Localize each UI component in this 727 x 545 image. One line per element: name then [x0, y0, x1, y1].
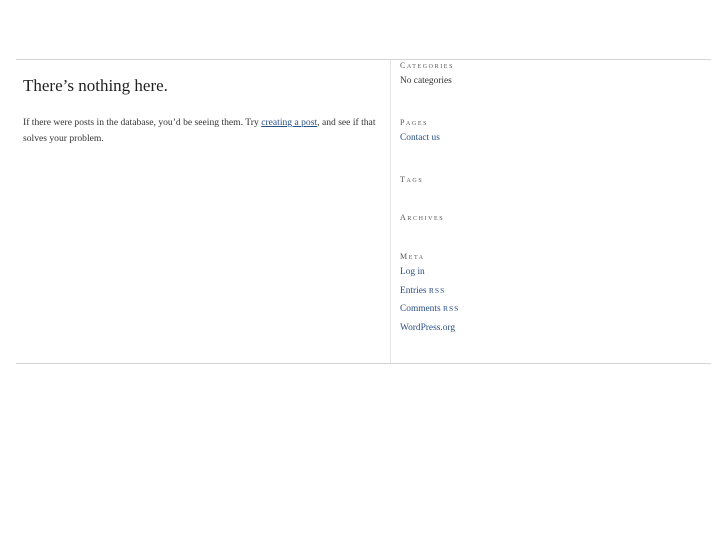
login-link[interactable]: Log in	[400, 263, 459, 282]
comments-rss-link[interactable]: Comments RSS	[400, 300, 459, 319]
post-body-text-before: If there were posts in the database, you…	[23, 117, 262, 128]
entries-rss-label: RSS	[428, 285, 446, 295]
pages-widget: Pages Contact us	[400, 118, 440, 148]
wordpress-org-link[interactable]: WordPress.org	[400, 319, 459, 338]
categories-heading: Categories	[400, 61, 455, 70]
entries-rss-link[interactable]: Entries RSS	[400, 282, 459, 301]
post-body: If there were posts in the database, you…	[23, 115, 378, 147]
comments-rss-label: RSS	[442, 304, 460, 313]
page-frame: There’s nothing here. If there were post…	[16, 59, 711, 364]
entries-label: Entries	[400, 285, 427, 296]
no-categories-text: No categories	[400, 76, 452, 86]
main-content: There’s nothing here. If there were post…	[16, 60, 391, 363]
archives-heading: Archives	[400, 213, 445, 222]
page-link-contact-us[interactable]: Contact us	[400, 129, 440, 148]
tags-heading: Tags	[400, 175, 424, 184]
post-title: There’s nothing here.	[23, 76, 168, 95]
creating-a-post-link[interactable]: creating a post	[261, 117, 317, 128]
categories-widget: Categories No categories	[400, 61, 454, 91]
meta-widget: Meta Log in Entries RSS Comments RSS Wor…	[400, 252, 459, 337]
pages-heading: Pages	[400, 118, 429, 127]
archives-widget: Archives	[400, 213, 444, 222]
tags-widget: Tags	[400, 175, 423, 184]
comments-label: Comments	[400, 304, 441, 314]
meta-heading: Meta	[400, 252, 425, 261]
